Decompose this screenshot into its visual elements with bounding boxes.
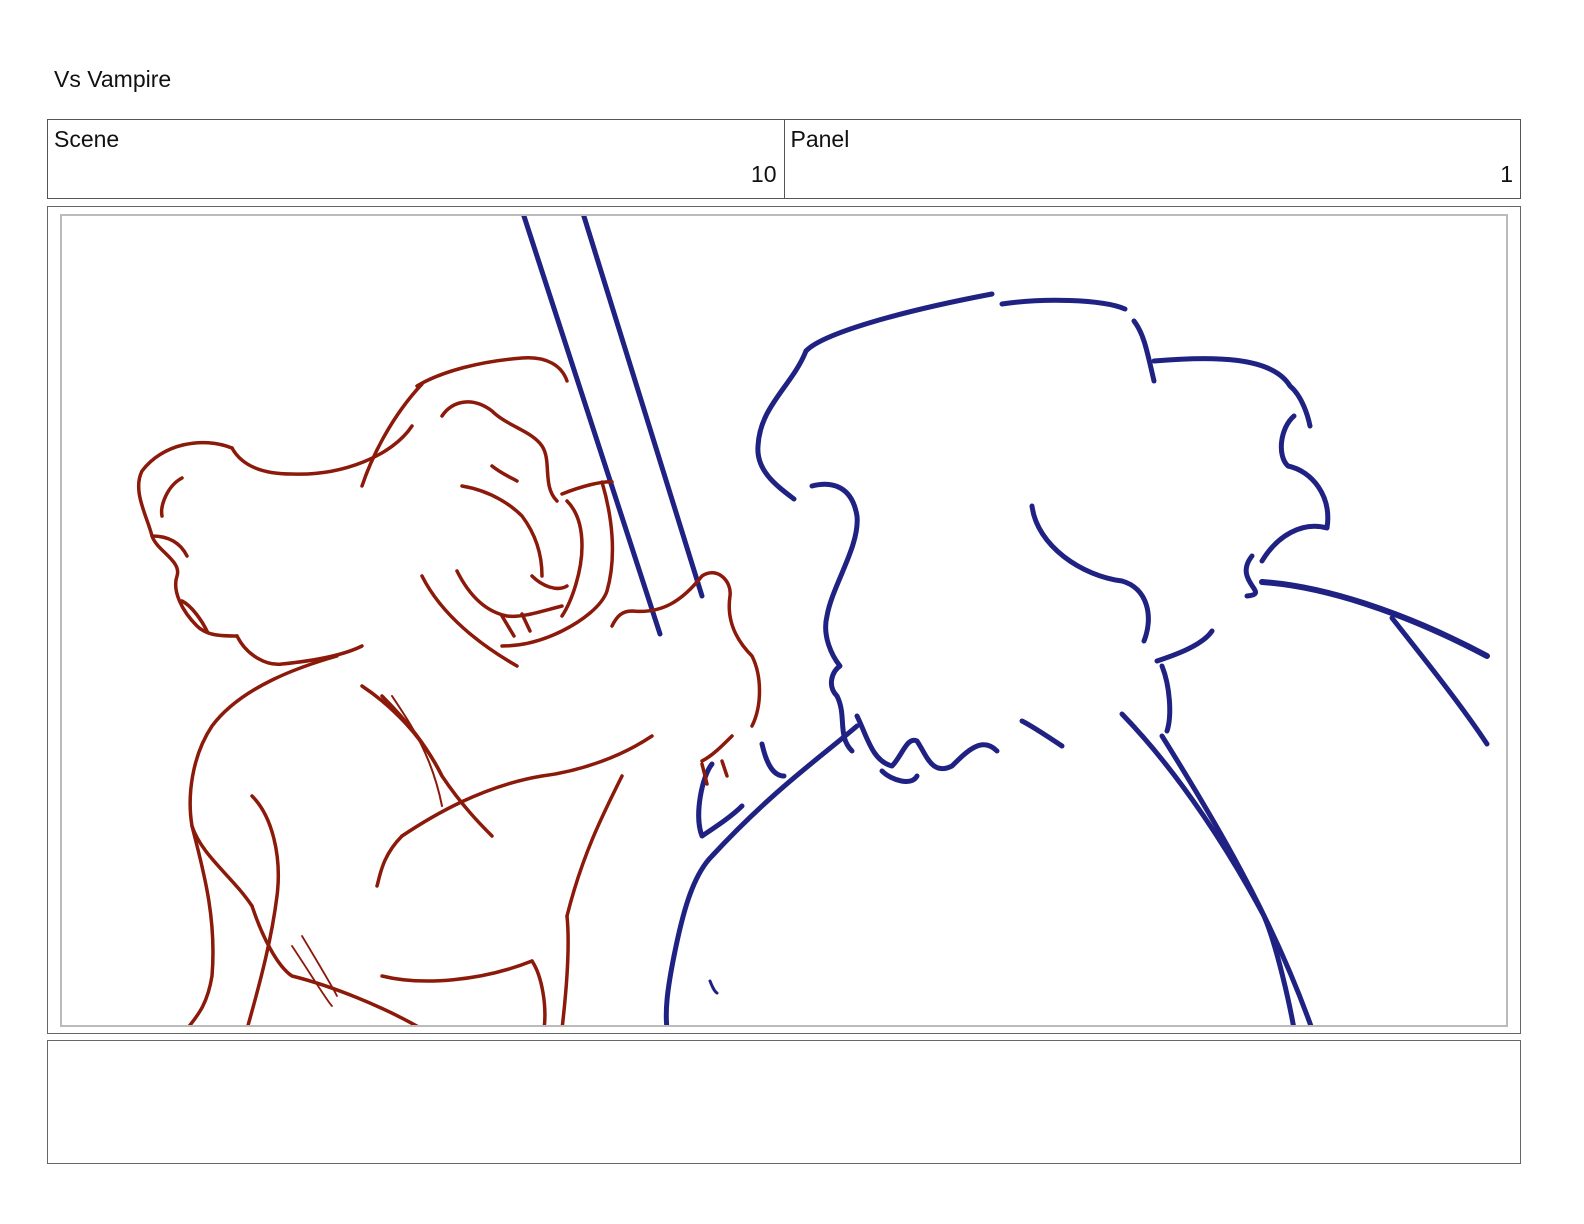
panel-drawing-area (60, 214, 1508, 1027)
storyboard-sketch (136, 216, 1490, 1025)
panel-number: 1 (1500, 161, 1513, 187)
scene-number: 10 (750, 161, 777, 187)
hero-figure (521, 216, 1490, 1025)
panel-header: Scene 10 Panel 1 (47, 119, 1521, 199)
panel-cell: Panel 1 (783, 120, 1521, 198)
scene-cell: Scene 10 (48, 120, 784, 198)
storyboard-frame (47, 206, 1521, 1034)
storyboard-title: Vs Vampire (54, 66, 172, 92)
panel-notes (47, 1040, 1521, 1164)
scene-label: Scene (54, 126, 120, 152)
panel-label: Panel (790, 126, 850, 152)
vampire-figure (136, 356, 762, 1025)
